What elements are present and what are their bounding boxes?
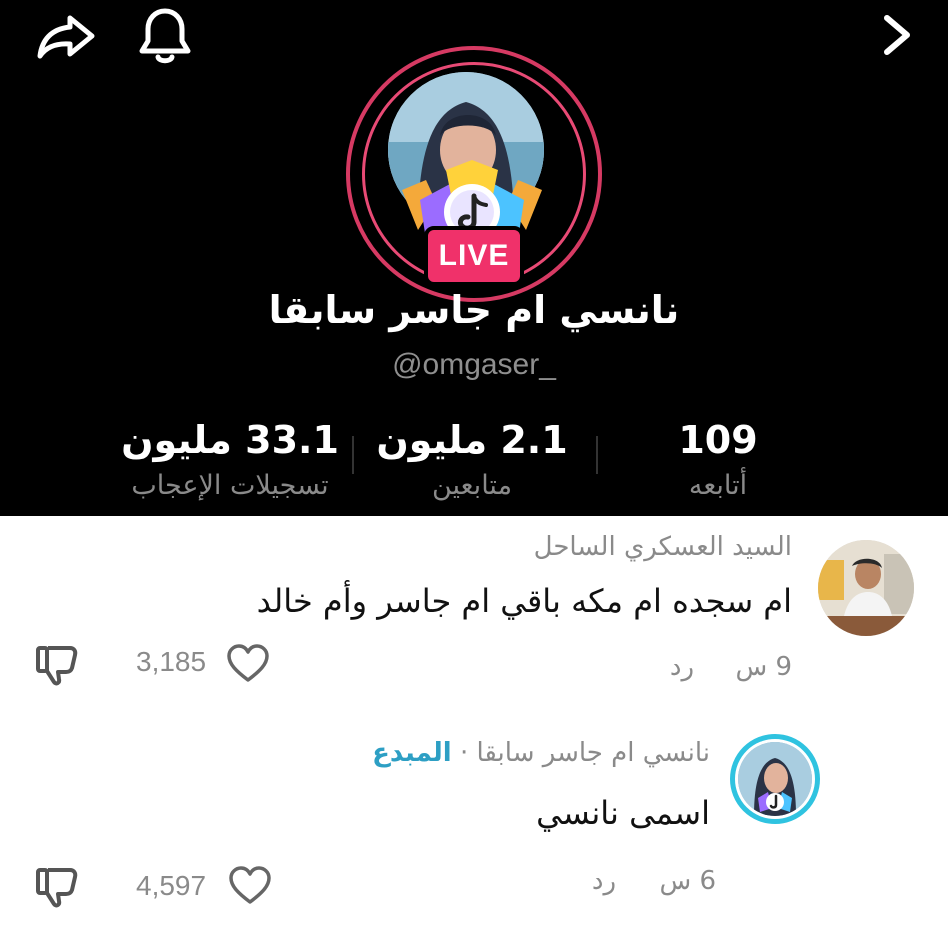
- comment-author: نانسي ام جاسر سابقا: [476, 738, 710, 768]
- reply-button[interactable]: رد: [592, 866, 616, 896]
- bell-icon[interactable]: [134, 6, 196, 66]
- comment-author[interactable]: السيد العسكري الساحل: [534, 532, 792, 562]
- author-separator: ·: [459, 738, 469, 768]
- live-badge[interactable]: LIVE: [424, 226, 524, 286]
- dislike-icon[interactable]: [34, 864, 80, 910]
- chevron-right-icon[interactable]: [874, 10, 920, 60]
- likes-count: 33.1 مليون: [121, 418, 339, 462]
- comment-author-line[interactable]: نانسي ام جاسر سابقا · المبدع: [372, 738, 710, 768]
- followers-stat[interactable]: 2.1 مليون متابعين: [342, 414, 602, 506]
- following-count: 109: [678, 418, 758, 462]
- commenter-avatar[interactable]: [818, 540, 914, 636]
- profile-header: LIVE نانسي ام جاسر سابقا @omgaser_ 109 أ…: [0, 0, 948, 516]
- creator-avatar-image: [738, 742, 812, 816]
- reply-button[interactable]: رد: [670, 652, 694, 682]
- followers-count: 2.1 مليون: [376, 418, 568, 462]
- dislike-icon[interactable]: [34, 642, 80, 688]
- comment-text: اسمى نانسي: [536, 794, 710, 832]
- following-stat[interactable]: 109 أتابعه: [588, 414, 848, 506]
- comment-timestamp: 9 س: [735, 652, 792, 682]
- creator-avatar[interactable]: [730, 734, 820, 824]
- following-label: أتابعه: [688, 470, 748, 501]
- likes-label: تسجيلات الإعجاب: [131, 470, 329, 501]
- creator-tag: المبدع: [372, 738, 452, 768]
- heart-icon[interactable]: [226, 644, 270, 684]
- share-icon[interactable]: [34, 10, 98, 62]
- comment-timestamp: 6 س: [659, 866, 716, 896]
- likes-stat[interactable]: 33.1 مليون تسجيلات الإعجاب: [100, 414, 360, 506]
- like-count: 4,597: [136, 870, 207, 901]
- display-name: نانسي ام جاسر سابقا: [268, 288, 680, 332]
- followers-label: متابعين: [431, 470, 513, 501]
- like-count: 3,185: [136, 646, 207, 677]
- heart-icon[interactable]: [228, 866, 272, 906]
- username-handle: @omgaser_: [392, 348, 556, 381]
- comment-text: ام سجده ام مكه باقي ام جاسر وأم خالد: [256, 582, 792, 620]
